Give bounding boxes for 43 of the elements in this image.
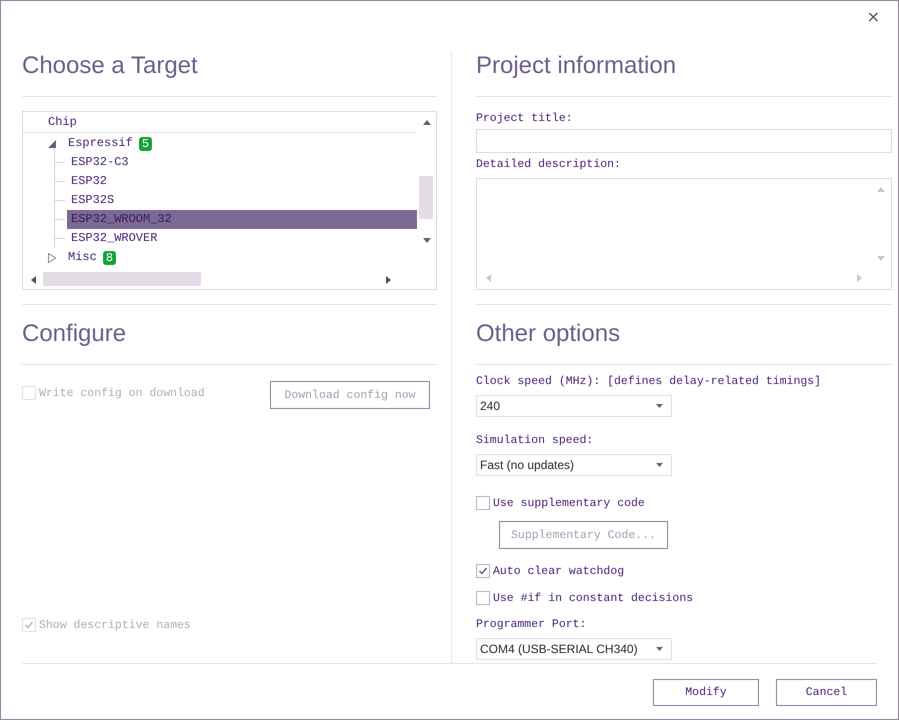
tree-item[interactable]: ESP32_WROVER	[67, 229, 162, 248]
section-heading: Choose a Target	[22, 51, 437, 97]
scroll-down-icon[interactable]	[422, 235, 432, 245]
tree-item[interactable]: Espressif	[64, 134, 137, 153]
checkbox-label: Write config on download	[39, 386, 205, 400]
field-label: Clock speed (MHz): [defines delay-related timings]	[476, 374, 822, 390]
tree-item[interactable]: ESP32S	[67, 191, 118, 210]
expanded-triangle-icon[interactable]	[47, 138, 57, 148]
scrollbar-thumb[interactable]	[43, 272, 201, 286]
field-label: Simulation speed:	[476, 433, 594, 449]
close-button[interactable]: ×	[862, 5, 884, 28]
section-heading: Project information	[476, 51, 892, 97]
dialog-button[interactable]: Cancel	[776, 679, 877, 706]
section-heading: Configure	[22, 319, 437, 365]
dropdown[interactable]: Fast (no updates)	[476, 454, 672, 476]
checkbox-label: Auto clear watchdog	[493, 564, 624, 578]
tree-item[interactable]: ESP32-C3	[67, 153, 133, 172]
dialog-button[interactable]: Modify	[653, 679, 759, 706]
scroll-left-icon[interactable]	[29, 274, 39, 284]
scroll-right-icon[interactable]	[383, 274, 393, 284]
column-header[interactable]: Chip	[48, 115, 77, 129]
checkbox-label: Show descriptive names	[39, 618, 191, 632]
dropdown[interactable]: 240	[476, 395, 672, 417]
project-title-field[interactable]	[476, 129, 892, 153]
section-heading: Other options	[476, 319, 892, 365]
dropdown-caret-icon	[656, 462, 663, 468]
tree-item[interactable]: ESP32	[67, 172, 112, 191]
count-badge: 5	[138, 136, 152, 150]
field-label: Project title:	[476, 111, 574, 127]
dropdown-caret-icon	[656, 404, 663, 408]
field-label: Detailed description:	[476, 157, 622, 173]
dropdown[interactable]: COM4 (USB-SERIAL CH340)	[476, 638, 672, 660]
count-badge: 8	[102, 250, 116, 264]
field-label: Programmer Port:	[476, 617, 588, 633]
checkbox-label: Use #if in constant decisions	[493, 592, 694, 604]
scroll-up-icon[interactable]	[422, 118, 432, 128]
collapsed-triangle-icon[interactable]	[47, 252, 57, 262]
checkbox[interactable]	[476, 496, 490, 510]
scrollbar-thumb[interactable]	[419, 176, 433, 219]
checkbox-label: Use supplementary code	[493, 496, 645, 510]
checkbox[interactable]	[476, 591, 490, 605]
tree-item[interactable]: Misc	[64, 248, 101, 267]
dropdown-caret-icon	[656, 646, 663, 652]
